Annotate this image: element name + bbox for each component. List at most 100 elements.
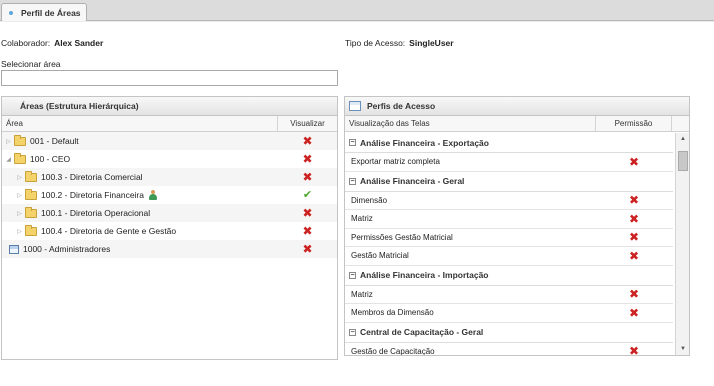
denied-x-icon[interactable]: ✖ (302, 171, 312, 183)
permission-group-name: Central de Capacitação - Geral (360, 327, 484, 337)
permission-row[interactable]: Gestão Matricial ✖ (345, 247, 673, 266)
areas-column-headers: Área Visualizar (2, 116, 337, 132)
permission-screen-name: Dimensão (351, 195, 388, 205)
expanded-arrow-icon[interactable]: ◢ (4, 156, 13, 163)
denied-x-icon[interactable]: ✖ (302, 207, 312, 219)
permission-group-name: Análise Financeira - Exportação (360, 137, 489, 148)
scroll-up-arrow-icon[interactable]: ▲ (676, 133, 690, 145)
permission-row[interactable]: Permissões Gestão Matricial ✖ (345, 229, 673, 247)
permissions-scrollbar[interactable]: ▲ ▼ (675, 133, 689, 355)
denied-x-icon[interactable]: ✖ (302, 225, 312, 237)
col-telas-header[interactable]: Visualização das Telas (345, 116, 596, 131)
perfis-panel-title: Perfis de Acesso (367, 101, 436, 111)
denied-x-icon[interactable]: ✖ (629, 288, 639, 300)
folder-icon (14, 134, 26, 146)
scroll-down-arrow-icon[interactable]: ▼ (676, 343, 690, 355)
collapsed-arrow-icon[interactable]: ▷ (15, 192, 24, 199)
tree-row[interactable]: ▷ 100.4 - Diretoria de Gente e Gestão ✖ (2, 222, 337, 240)
tab-bar: Perfil de Áreas (0, 0, 714, 21)
tree-item-label: 100.1 - Diretoria Operacional (41, 208, 151, 218)
collapsed-arrow-icon[interactable]: ▷ (15, 174, 24, 181)
folder-icon (25, 206, 37, 218)
permission-row[interactable]: Exportar matriz completa ✖ (345, 153, 673, 172)
tree-item-label: 1000 - Administradores (23, 244, 111, 254)
permission-row[interactable]: Matriz ✖ (345, 210, 673, 229)
areas-tree: ▷ 001 - Default ✖ ◢ 100 - CEO ✖ ▷ 100.3 - Diret… (2, 132, 337, 258)
tree-cell: ▷ 100.2 - Diretoria Financeira (2, 186, 278, 204)
denied-x-icon[interactable]: ✖ (302, 153, 312, 165)
visualizar-cell[interactable]: ✔ (278, 189, 337, 201)
permission-row[interactable]: Membros da Dimensão ✖ (345, 304, 673, 323)
col-permissao-header[interactable]: Permissão (596, 116, 672, 131)
tab-perfil-de-areas[interactable]: Perfil de Áreas (1, 3, 87, 21)
allowed-check-icon[interactable]: ✔ (303, 189, 312, 201)
tree-row[interactable]: ▷ 100.2 - Diretoria Financeira ✔ (2, 186, 337, 204)
permission-cell[interactable]: ✖ (596, 288, 672, 300)
scroll-thumb[interactable] (678, 151, 688, 171)
tree-item-label: 001 - Default (30, 136, 79, 146)
visualizar-cell[interactable]: ✖ (278, 207, 337, 219)
collapsed-arrow-icon[interactable]: ▷ (15, 210, 24, 217)
permission-cell[interactable]: ✖ (596, 307, 672, 319)
collapse-toggle-icon[interactable]: − (349, 328, 356, 336)
permission-group-header[interactable]: − Análise Financeira - Importação (345, 266, 673, 286)
collapsed-arrow-icon[interactable]: ▷ (4, 138, 13, 145)
permission-cell[interactable]: ✖ (596, 156, 672, 168)
tree-cell: ◢ 100 - CEO (2, 150, 278, 168)
tree-row[interactable]: 1000 - Administradores ✖ (2, 240, 337, 258)
col-visualizar-header[interactable]: Visualizar (278, 119, 337, 128)
tree-item-label: 100.2 - Diretoria Financeira (41, 190, 144, 200)
collapse-toggle-icon[interactable]: − (349, 271, 356, 279)
visualizar-cell[interactable]: ✖ (278, 135, 337, 147)
denied-x-icon[interactable]: ✖ (302, 243, 312, 255)
tree-cell: ▷ 001 - Default (2, 132, 278, 150)
permission-cell[interactable]: ✖ (596, 194, 672, 206)
tree-item-label: 100.3 - Diretoria Comercial (41, 172, 143, 182)
tree-cell: 1000 - Administradores (2, 240, 278, 258)
tab-dot-icon (9, 10, 13, 15)
permission-screen-name: Matriz (351, 289, 373, 299)
folder-icon (25, 170, 37, 182)
tree-item-label: 100 - CEO (30, 154, 71, 164)
permission-cell[interactable]: ✖ (596, 345, 672, 355)
collapsed-arrow-icon[interactable]: ▷ (15, 228, 24, 235)
tree-row[interactable]: ▷ 001 - Default ✖ (2, 132, 337, 150)
visualizar-cell[interactable]: ✖ (278, 153, 337, 165)
tree-row[interactable]: ▷ 100.1 - Diretoria Operacional ✖ (2, 204, 337, 222)
denied-x-icon[interactable]: ✖ (629, 345, 639, 355)
denied-x-icon[interactable]: ✖ (629, 213, 639, 225)
collapse-toggle-icon[interactable]: − (349, 139, 356, 146)
tipo-acesso-value: SingleUser (409, 38, 454, 48)
denied-x-icon[interactable]: ✖ (302, 135, 312, 147)
denied-x-icon[interactable]: ✖ (629, 250, 639, 262)
col-area-header[interactable]: Área (2, 116, 278, 131)
permission-row[interactable]: Matriz ✖ (345, 286, 673, 304)
permission-cell[interactable]: ✖ (596, 231, 672, 243)
tree-row[interactable]: ◢ 100 - CEO ✖ (2, 150, 337, 168)
visualizar-cell[interactable]: ✖ (278, 225, 337, 237)
folder-icon (25, 224, 37, 236)
select-area-input[interactable] (1, 70, 338, 86)
tree-row[interactable]: ▷ 100.3 - Diretoria Comercial ✖ (2, 168, 337, 186)
user-icon (148, 190, 158, 200)
permission-screen-name: Matriz (351, 214, 373, 224)
select-area-label: Selecionar área (1, 59, 61, 69)
tab-label: Perfil de Áreas (21, 7, 81, 18)
denied-x-icon[interactable]: ✖ (629, 156, 639, 168)
permission-group-header[interactable]: − Análise Financeira - Exportação (345, 133, 673, 153)
visualizar-cell[interactable]: ✖ (278, 243, 337, 255)
permission-group-header[interactable]: − Análise Financeira - Geral (345, 172, 673, 192)
collapse-toggle-icon[interactable]: − (349, 177, 356, 185)
denied-x-icon[interactable]: ✖ (629, 307, 639, 319)
permission-cell[interactable]: ✖ (596, 250, 672, 262)
permission-screen-name: Gestão Matricial (351, 251, 409, 261)
permission-cell[interactable]: ✖ (596, 213, 672, 225)
denied-x-icon[interactable]: ✖ (629, 231, 639, 243)
colaborador-info: Colaborador: Alex Sander (1, 38, 103, 48)
permission-row[interactable]: Dimensão ✖ (345, 192, 673, 210)
tree-cell: ▷ 100.1 - Diretoria Operacional (2, 204, 278, 222)
denied-x-icon[interactable]: ✖ (629, 194, 639, 206)
permission-row[interactable]: Gestão de Capacitação ✖ (345, 343, 673, 355)
visualizar-cell[interactable]: ✖ (278, 171, 337, 183)
permission-group-header[interactable]: − Central de Capacitação - Geral (345, 323, 673, 343)
